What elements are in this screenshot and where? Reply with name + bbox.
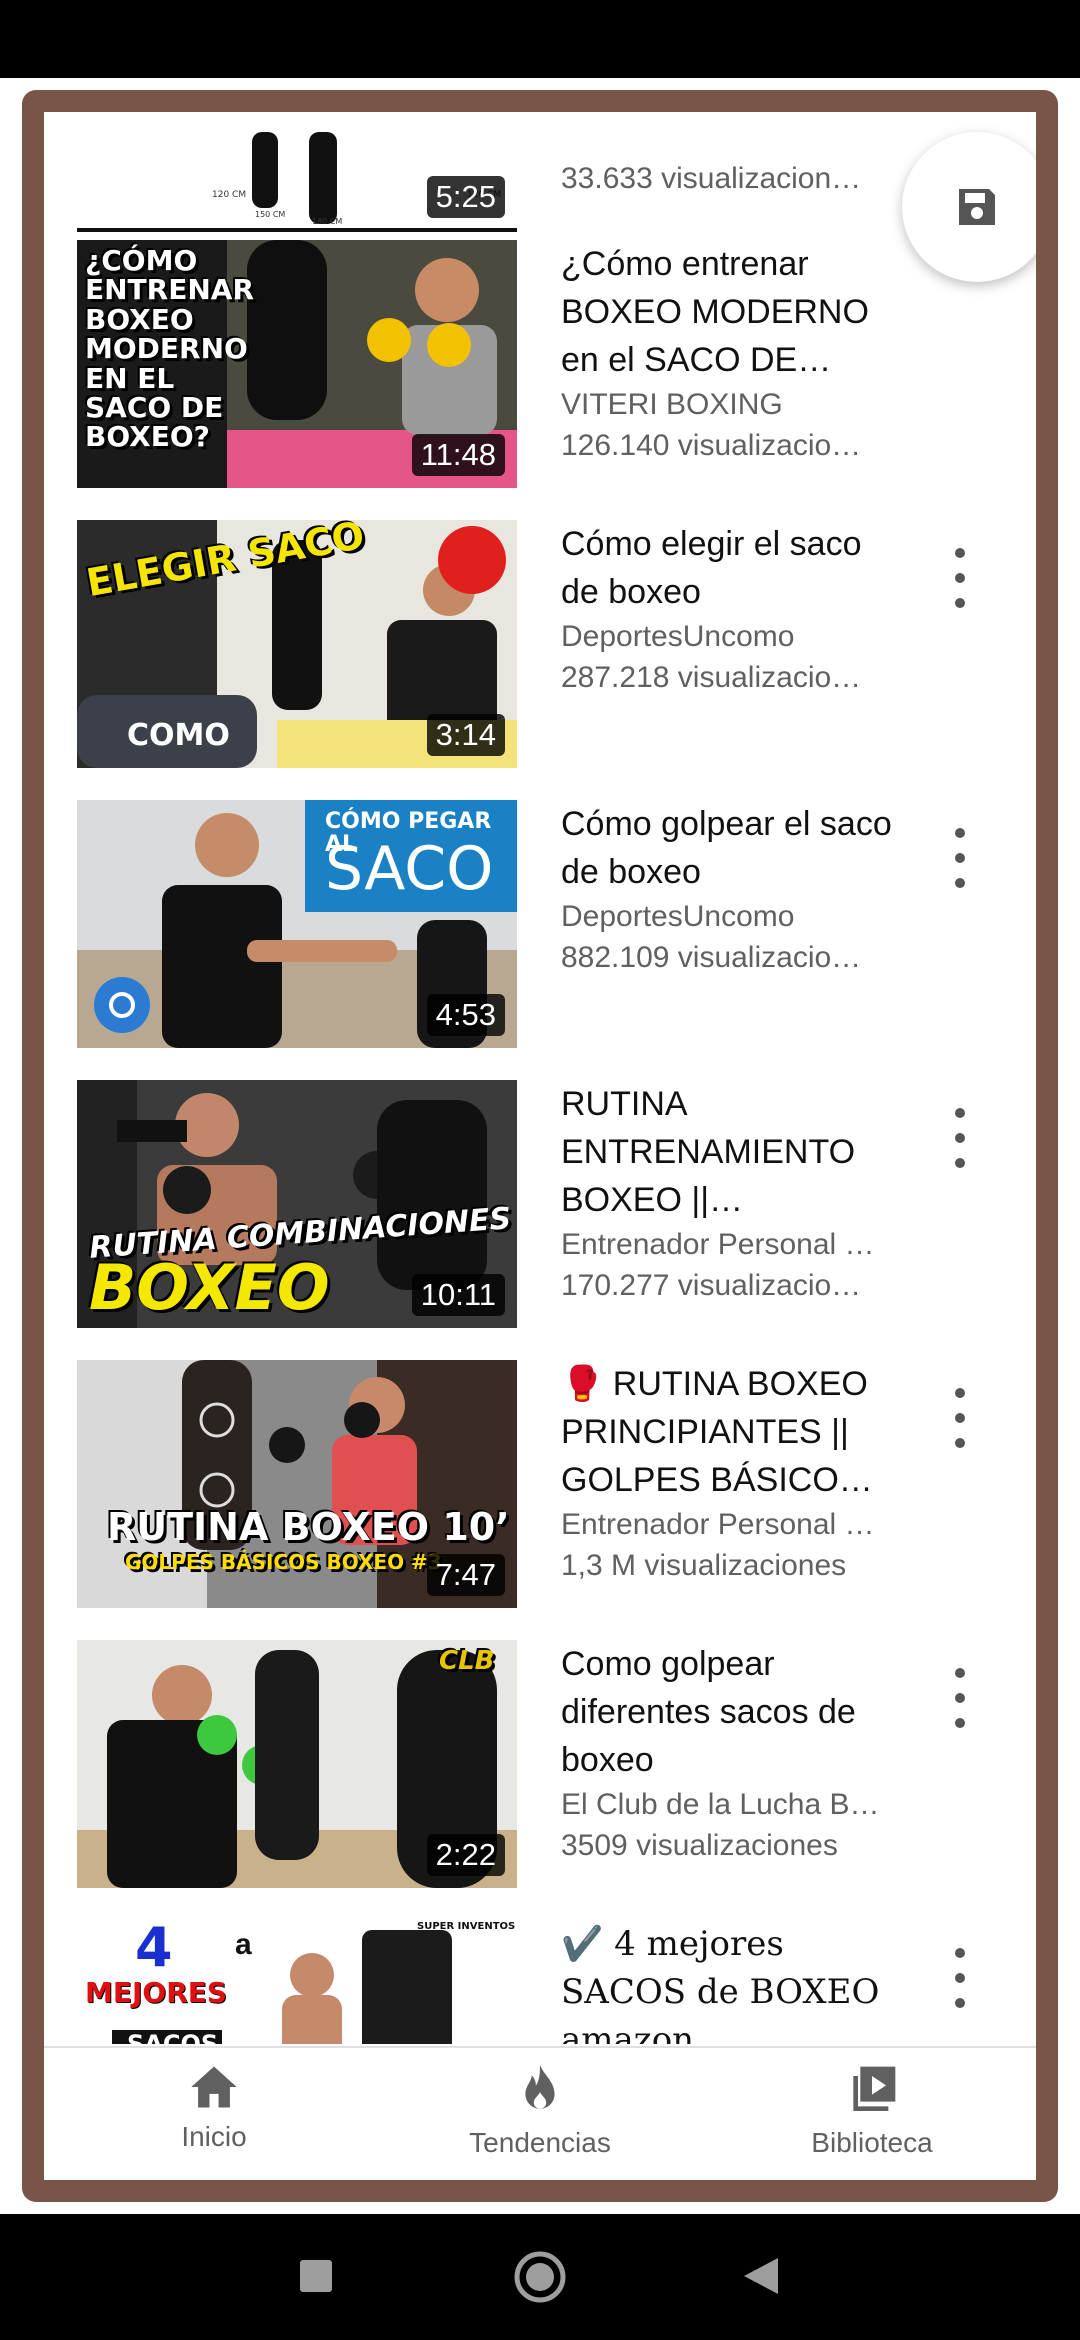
svg-text:150 CM: 150 CM	[255, 210, 285, 219]
video-title: RUTINA ENTRENAMIENTO BOXEO ||…	[561, 1085, 856, 1219]
amazon-icon: a	[235, 1928, 252, 1961]
video-title: Cómo elegir el saco de boxeo	[561, 525, 862, 611]
video-info[interactable]: 33.633 visualizacion…	[561, 158, 901, 199]
video-item[interactable]: RUTINA COMBINACIONES BOXEO 10:11 RUTINA …	[44, 1080, 1036, 1330]
thumbnail-text: BOXEO	[89, 1251, 330, 1324]
thumbnail-text-small: MEJORES	[85, 1976, 228, 2009]
video-thumbnail[interactable]: RUTINA BOXEO 10’ GOLPES BÁSICOS BOXEO #3…	[77, 1360, 517, 1608]
video-views: 287.218 visualizacio…	[561, 661, 862, 694]
square-icon	[300, 2260, 332, 2292]
video-channel: El Club de la Lucha B…	[561, 1788, 880, 1821]
svg-text:180 CM: 180 CM	[312, 217, 342, 226]
video-item[interactable]: 4 MEJORES SACOS SUPER INVENTOS a ✔️ 4 me…	[44, 1920, 1036, 2044]
video-item[interactable]: 120 CM 120 CM 150 CM 180 CM 5:25 33.633 …	[44, 112, 1036, 242]
video-item[interactable]: CÓMO PEGAR AL SACO 4:53 Cómo golpear el …	[44, 800, 1036, 1050]
thumbnail-text-third: SACOS	[127, 2030, 219, 2044]
video-title: Como golpear diferentes sacos de boxeo	[561, 1645, 856, 1779]
video-list[interactable]: 120 CM 120 CM 150 CM 180 CM 5:25 33.633 …	[44, 112, 1036, 2044]
video-title: 🥊 RUTINA BOXEO PRINCIPIANTES || GOLPES B…	[561, 1365, 873, 1499]
more-options-icon[interactable]	[940, 548, 980, 608]
video-views: 3509 visualizaciones	[561, 1829, 838, 1862]
bottom-navigation: Inicio Tendencias Biblioteca	[44, 2046, 1036, 2180]
more-options-icon[interactable]	[940, 1108, 980, 1168]
video-channel: DeportesUncomo	[561, 620, 795, 653]
video-thumbnail[interactable]: CÓMO PEGAR AL SACO 4:53	[77, 800, 517, 1048]
video-channel: VITERI BOXING	[561, 388, 783, 421]
library-icon	[853, 2066, 896, 2111]
thumbnail-text: ¿CÓMO ENTRENAR BOXEO MODERNO EN EL SACO …	[85, 244, 255, 454]
video-duration: 3:14	[426, 714, 505, 756]
nav-home[interactable]: Inicio	[94, 2062, 334, 2153]
video-duration: 11:48	[411, 434, 505, 476]
system-navigation-bar	[0, 2214, 1080, 2340]
video-info[interactable]: Cómo elegir el saco de boxeo DeportesUnc…	[561, 520, 901, 698]
more-options-icon[interactable]	[940, 828, 980, 888]
nav-library-label: Biblioteca	[811, 2127, 933, 2158]
video-thumbnail[interactable]: ELEGIR SACO COMO 3:14	[77, 520, 517, 768]
video-thumbnail[interactable]: RUTINA COMBINACIONES BOXEO 10:11	[77, 1080, 517, 1328]
video-thumbnail[interactable]: CLB 2:22	[77, 1640, 517, 1888]
video-info[interactable]: ¿Cómo entrenar BOXEO MODERNO en el SACO …	[561, 240, 901, 466]
video-item[interactable]: ¿CÓMO ENTRENAR BOXEO MODERNO EN EL SACO …	[44, 240, 1036, 490]
video-title: Cómo golpear el saco de boxeo	[561, 805, 892, 891]
app-frame: 120 CM 120 CM 150 CM 180 CM 5:25 33.633 …	[22, 90, 1058, 2202]
video-item[interactable]: ELEGIR SACO COMO 3:14 Cómo elegir el sac…	[44, 520, 1036, 770]
video-info[interactable]: RUTINA ENTRENAMIENTO BOXEO ||… Entrenado…	[561, 1080, 901, 1306]
video-info[interactable]: Cómo golpear el saco de boxeo DeportesUn…	[561, 800, 901, 978]
nav-trending[interactable]: Tendencias	[420, 2062, 660, 2159]
more-options-icon[interactable]	[940, 1948, 980, 2008]
video-views: 1,3 M visualizaciones	[561, 1549, 847, 1582]
video-thumbnail[interactable]: ¿CÓMO ENTRENAR BOXEO MODERNO EN EL SACO …	[77, 240, 517, 488]
svg-text:120 CM: 120 CM	[212, 190, 246, 200]
video-channel: Entrenador Personal …	[561, 1228, 875, 1261]
circle-icon	[514, 2251, 566, 2303]
video-duration: 4:53	[426, 994, 505, 1036]
video-channel: Entrenador Personal …	[561, 1508, 875, 1541]
thumbnail-text: 4	[135, 1920, 173, 1979]
video-views: 882.109 visualizacio…	[561, 941, 862, 974]
video-duration: 10:11	[411, 1274, 505, 1316]
video-thumbnail[interactable]: 120 CM 120 CM 150 CM 180 CM 5:25	[77, 112, 517, 232]
video-views: 33.633 visualizacion…	[561, 162, 862, 195]
video-title: ¿Cómo entrenar BOXEO MODERNO en el SACO …	[561, 245, 869, 379]
video-info[interactable]: Como golpear diferentes sacos de boxeo E…	[561, 1640, 901, 1866]
triangle-back-icon	[744, 2258, 778, 2294]
video-info[interactable]: ✔️ 4 mejores SACOS de BOXEO amazon	[561, 1920, 901, 2044]
video-duration: 7:47	[426, 1554, 505, 1596]
video-item[interactable]: CLB 2:22 Como golpear diferentes sacos d…	[44, 1640, 1036, 1890]
video-duration: 5:25	[426, 176, 505, 218]
thumbnail-logo: CLB	[439, 1646, 495, 1676]
video-thumbnail[interactable]: 4 MEJORES SACOS SUPER INVENTOS a	[77, 1920, 517, 2044]
video-duration: 2:22	[426, 1834, 505, 1876]
thumbnail-logo: COMO	[127, 718, 230, 753]
status-bar	[0, 0, 1080, 78]
nav-home-label: Inicio	[181, 2121, 247, 2152]
thumbnail-text: SACO	[325, 834, 494, 904]
more-options-icon[interactable]	[940, 1388, 980, 1448]
app-screen: 120 CM 120 CM 150 CM 180 CM 5:25 33.633 …	[44, 112, 1036, 2180]
video-views: 170.277 visualizacio…	[561, 1269, 862, 1302]
video-item[interactable]: RUTINA BOXEO 10’ GOLPES BÁSICOS BOXEO #3…	[44, 1360, 1036, 1610]
home-icon	[191, 2066, 237, 2108]
video-info[interactable]: 🥊 RUTINA BOXEO PRINCIPIANTES || GOLPES B…	[561, 1360, 901, 1586]
more-options-icon[interactable]	[940, 1668, 980, 1728]
video-views: 126.140 visualizacio…	[561, 429, 862, 462]
video-title: ✔️ 4 mejores SACOS de BOXEO amazon	[561, 1924, 880, 2044]
home-system-button[interactable]	[513, 2250, 567, 2309]
video-channel: DeportesUncomo	[561, 900, 795, 933]
save-icon	[959, 189, 995, 225]
flame-icon	[525, 2065, 555, 2109]
thumbnail-text-small: GOLPES BÁSICOS BOXEO #3	[125, 1550, 442, 1574]
nav-trending-label: Tendencias	[469, 2127, 611, 2158]
thumbnail-text: RUTINA BOXEO 10’	[107, 1505, 510, 1549]
nav-library[interactable]: Biblioteca	[752, 2062, 992, 2159]
back-button[interactable]	[744, 2258, 778, 2299]
recents-button[interactable]	[300, 2260, 332, 2297]
thumbnail-badge: SUPER INVENTOS	[417, 1921, 516, 1932]
